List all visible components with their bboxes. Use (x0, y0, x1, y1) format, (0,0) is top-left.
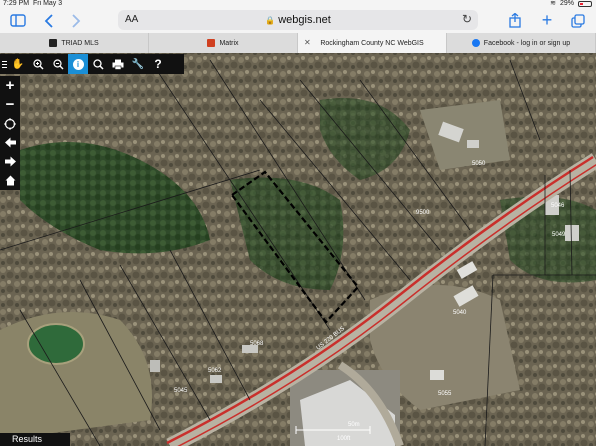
tab-label: Facebook - log in or sign up (483, 39, 571, 47)
help-icon[interactable]: ? (148, 54, 168, 74)
menu-icon[interactable] (0, 54, 8, 74)
reload-icon[interactable]: ↻ (462, 12, 472, 26)
battery-icon (578, 1, 592, 7)
scale-top-label: 50m (348, 422, 360, 428)
scale-bottom-label: 100ft (337, 436, 351, 442)
status-time: 7:29 PM (3, 0, 30, 7)
matrix-favicon-icon (207, 39, 216, 47)
info-icon-glyph: i (72, 58, 84, 70)
lock-icon: 🔒 (265, 16, 276, 25)
battery-percent: 29% (559, 0, 574, 7)
tab-matrix[interactable]: Matrix (149, 33, 298, 53)
results-panel-toggle[interactable]: Results (0, 433, 70, 446)
parcel-label: 9500 (416, 210, 430, 216)
map-nav-panel: + − (0, 76, 20, 190)
parcel-label: 5062 (208, 368, 222, 374)
new-tab-icon[interactable]: + (538, 10, 556, 30)
search-icon[interactable] (88, 54, 108, 74)
print-icon[interactable] (108, 54, 128, 74)
map-zoom-out-icon[interactable]: − (0, 95, 20, 114)
status-date: Fri May 3 (32, 0, 63, 7)
tab-label: Rockingham County NC WebGIS (320, 39, 424, 47)
share-icon[interactable] (506, 11, 524, 30)
results-label: Results (12, 434, 43, 444)
facebook-favicon-icon (471, 39, 480, 47)
tab-label: Matrix (219, 39, 239, 47)
previous-extent-icon[interactable] (0, 133, 20, 152)
status-bar: 7:29 PM Fri May 3 ≋ 29% (0, 0, 596, 8)
forward-icon[interactable] (68, 11, 84, 30)
parcel-label: 5055 (438, 391, 452, 397)
tab-bar: TRIAD MLS Matrix ✕ Rockingham County NC … (0, 33, 596, 53)
home-extent-icon[interactable] (0, 171, 20, 190)
tab-rockingham-webgis[interactable]: ✕ Rockingham County NC WebGIS (298, 33, 447, 53)
map-canvas[interactable]: US 220 BUS 5050 9500 5046 5049 5040 5068… (0, 53, 596, 446)
address-bar[interactable]: AA 🔒 webgis.net ↻ (118, 10, 478, 30)
tab-label: TRIAD MLS (61, 39, 99, 47)
next-extent-icon[interactable] (0, 152, 20, 171)
tab-facebook[interactable]: Facebook - log in or sign up (447, 33, 596, 53)
url-text: webgis.net (278, 14, 331, 26)
tab-triad-mls[interactable]: TRIAD MLS (0, 33, 149, 53)
zoom-out-icon[interactable] (48, 54, 68, 74)
parcel-label: 5046 (551, 203, 565, 209)
gis-toolbar: ✋ i 🔧 ? (0, 54, 184, 74)
info-icon[interactable]: i (68, 54, 88, 74)
pan-icon[interactable]: ✋ (8, 54, 28, 74)
back-icon[interactable] (40, 11, 56, 30)
parcel-label: 5068 (250, 341, 264, 347)
sidebar-icon[interactable] (8, 11, 28, 30)
browser-toolbar: AA 🔒 webgis.net ↻ + (0, 8, 596, 33)
zoom-in-icon[interactable] (28, 54, 48, 74)
parcel-label: 5045 (174, 388, 188, 394)
triad-mls-favicon-icon (49, 39, 58, 47)
close-tab-icon[interactable]: ✕ (304, 38, 311, 47)
parcel-label: 5040 (453, 310, 467, 316)
wifi-icon: ≋ (550, 0, 556, 7)
parcel-label: 5049 (552, 232, 566, 238)
wrench-icon[interactable]: 🔧 (128, 54, 148, 74)
map-zoom-in-icon[interactable]: + (0, 76, 20, 95)
parcel-label: 5050 (472, 161, 486, 167)
locate-icon[interactable] (0, 114, 20, 133)
aerial-map[interactable]: US 220 BUS 5050 9500 5046 5049 5040 5068… (0, 53, 596, 446)
tabs-overview-icon[interactable] (568, 11, 588, 30)
